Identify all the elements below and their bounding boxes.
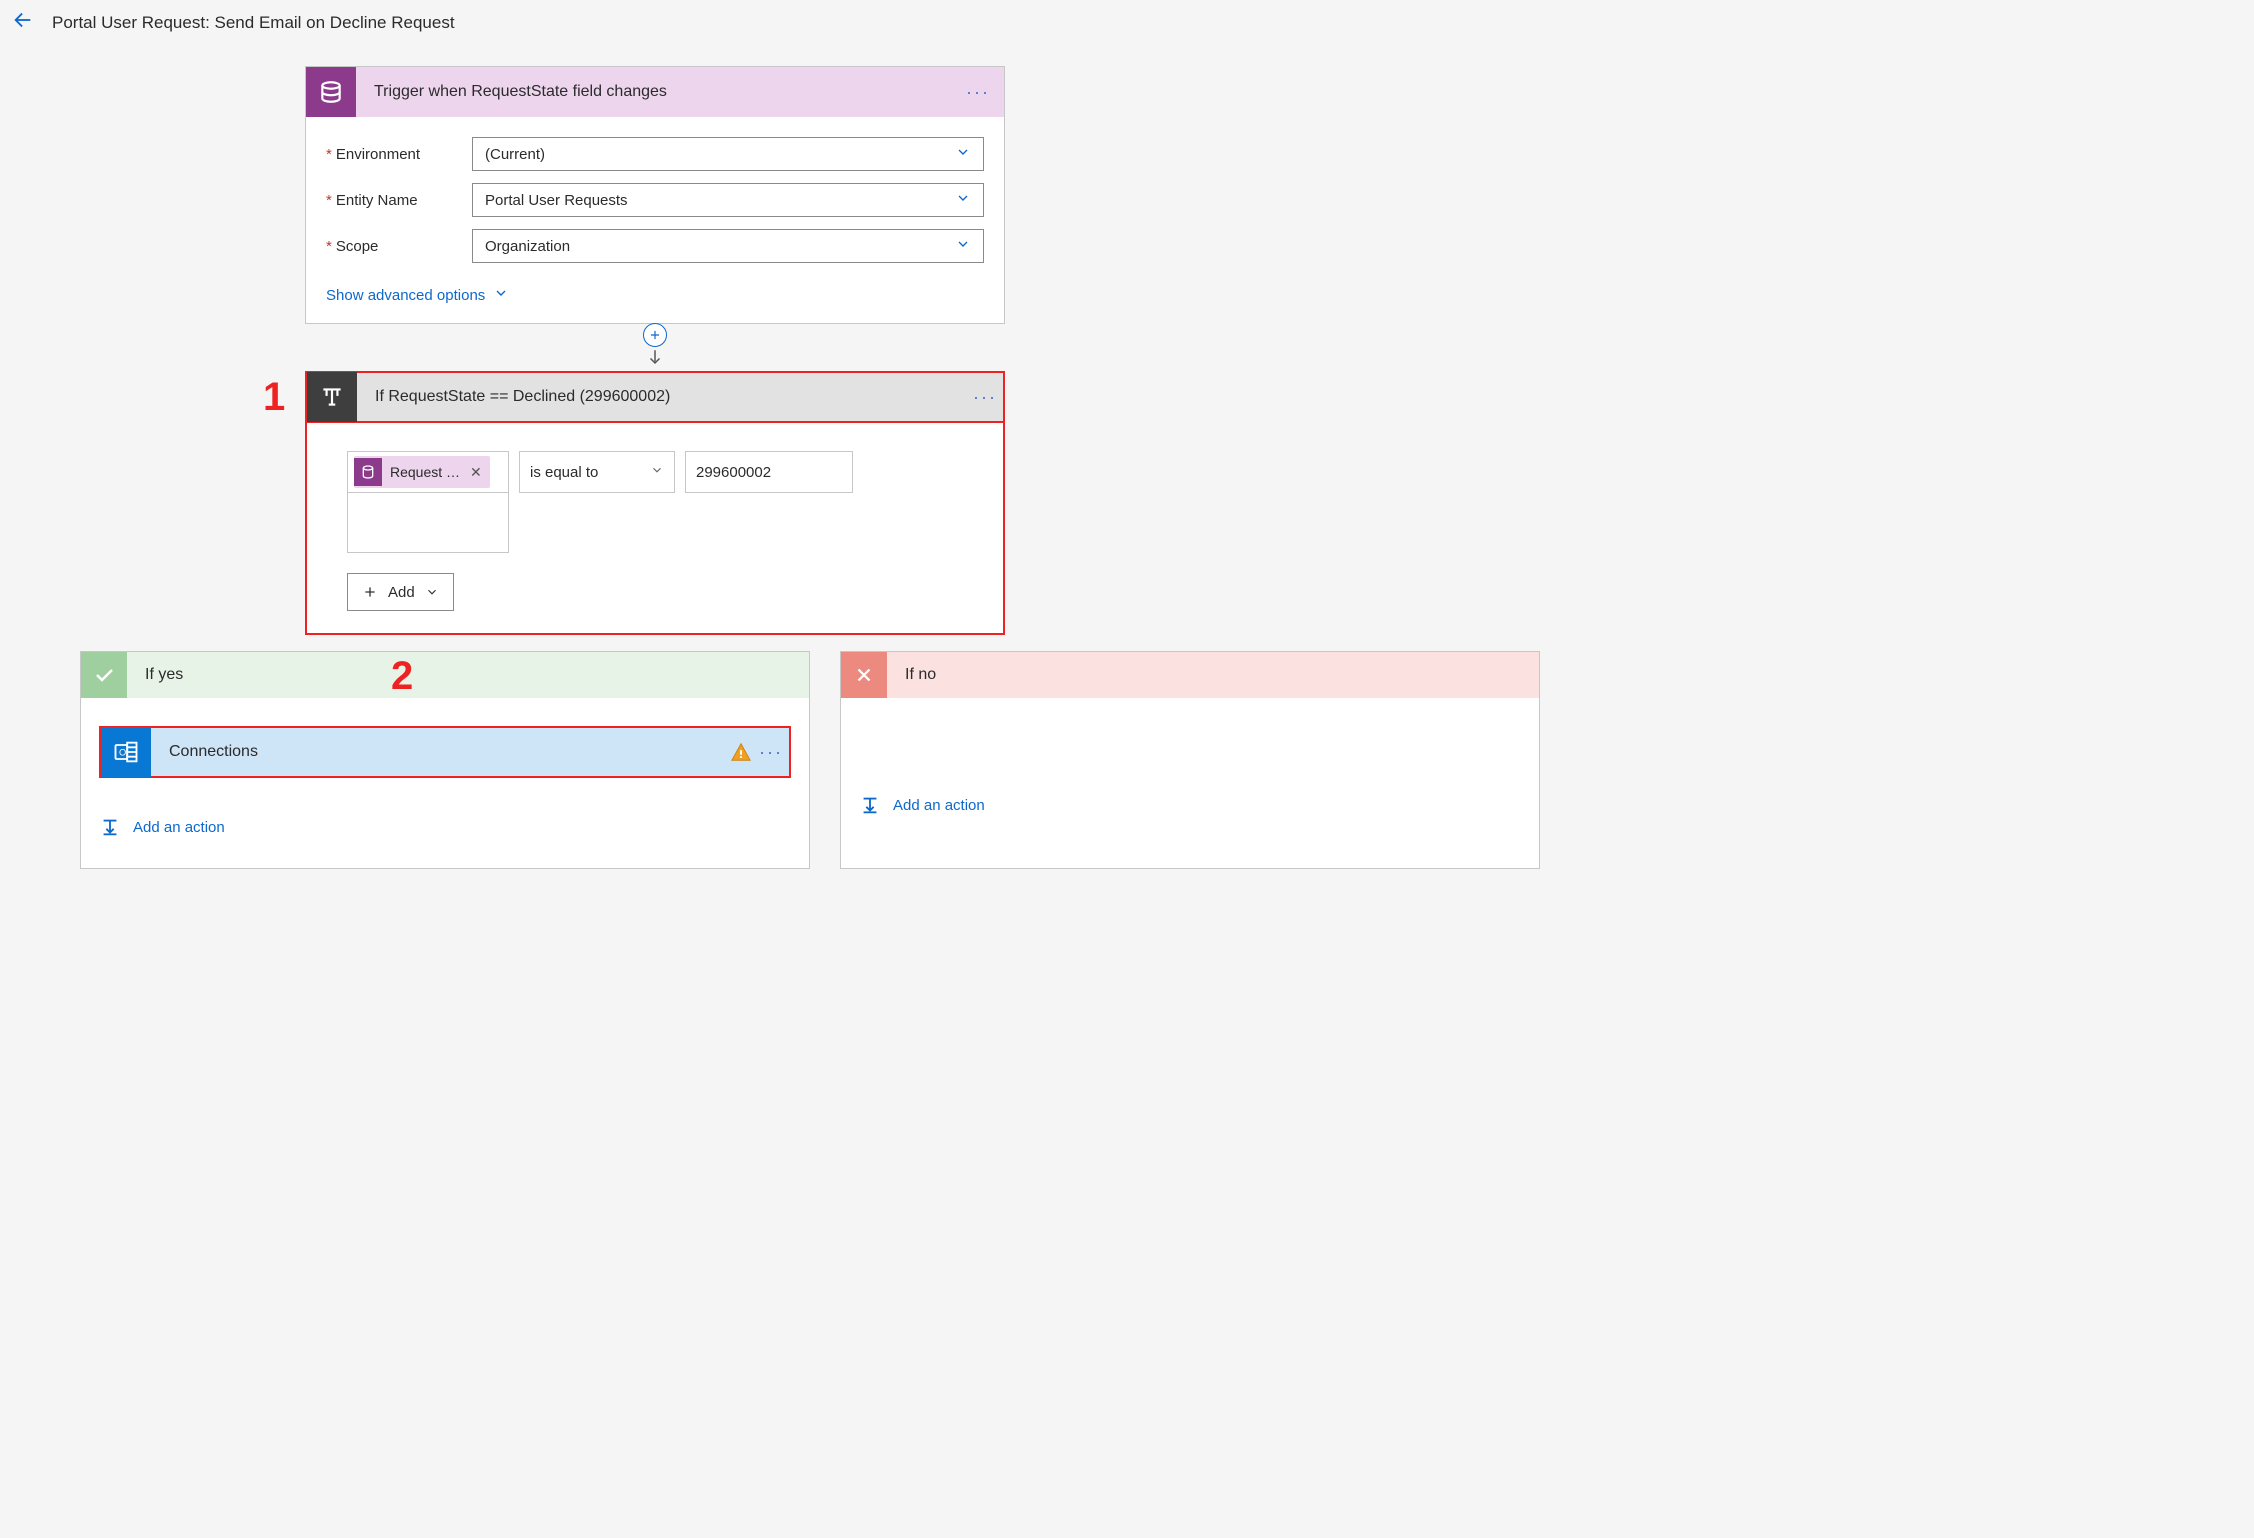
annotation-2: 2 [391,654,413,699]
trigger-title: Trigger when RequestState field changes [356,83,960,101]
more-menu-icon[interactable]: ··· [753,734,789,770]
add-step-button[interactable] [643,323,667,347]
condition-value: 299600002 [696,464,771,481]
chevron-down-icon [650,463,664,481]
if-no-header: If no [841,652,1539,698]
entity-value: Portal User Requests [485,192,628,209]
if-yes-header: If yes [81,652,809,698]
trigger-header[interactable]: Trigger when RequestState field changes … [306,67,1004,117]
svg-text:O: O [119,748,126,758]
if-no-title: If no [887,666,936,684]
env-select[interactable]: (Current) [472,137,984,171]
if-yes-branch: If yes 2 O Connections ··· Add an action [80,651,810,869]
add-label: Add [388,584,415,601]
more-menu-icon[interactable]: ··· [960,74,996,110]
if-yes-title: If yes [127,666,183,684]
back-arrow-icon[interactable] [12,9,34,37]
condition-icon [307,372,357,422]
scope-value: Organization [485,238,570,255]
chip-label: Request … [390,464,460,480]
add-action-label: Add an action [133,819,225,836]
operator-value: is equal to [530,464,598,481]
chevron-down-icon [955,236,971,256]
add-action-yes[interactable]: Add an action [99,816,791,838]
page-header: Portal User Request: Send Email on Decli… [0,0,1310,46]
condition-card: 1 If RequestState == Declined (299600002… [305,371,1005,635]
chevron-down-icon [955,190,971,210]
entity-select[interactable]: Portal User Requests [472,183,984,217]
condition-value-input[interactable]: 299600002 [685,451,853,493]
condition-header[interactable]: If RequestState == Declined (299600002) … [307,373,1003,423]
annotation-1: 1 [263,375,285,420]
chevron-down-icon [955,144,971,164]
scope-select[interactable]: Organization [472,229,984,263]
show-advanced-link[interactable]: Show advanced options [326,285,509,305]
add-action-no[interactable]: Add an action [859,794,1501,816]
connections-action[interactable]: O Connections ··· [99,726,791,778]
close-icon [841,652,887,698]
add-action-label: Add an action [893,797,985,814]
env-value: (Current) [485,146,545,163]
add-condition-button[interactable]: Add [347,573,454,611]
if-no-branch: If no Add an action [840,651,1540,869]
action-title: Connections [151,743,729,761]
close-icon[interactable]: ✕ [470,464,482,481]
env-label: *Environment [326,146,472,163]
database-icon [306,67,356,117]
database-icon [354,458,382,486]
scope-label: *Scope [326,238,472,255]
chevron-down-icon [493,285,509,305]
more-menu-icon[interactable]: ··· [967,379,1003,415]
check-icon [81,652,127,698]
condition-left-operand[interactable]: Request … ✕ [347,451,509,493]
dynamic-token-chip[interactable]: Request … ✕ [354,456,490,488]
outlook-icon: O [101,727,151,777]
page-title: Portal User Request: Send Email on Decli… [52,13,455,33]
trigger-card: Trigger when RequestState field changes … [305,66,1005,324]
condition-operator-select[interactable]: is equal to [519,451,675,493]
condition-title: If RequestState == Declined (299600002) [357,388,967,406]
entity-label: *Entity Name [326,192,472,209]
arrow-down-icon [646,345,664,373]
warning-icon [729,740,753,764]
